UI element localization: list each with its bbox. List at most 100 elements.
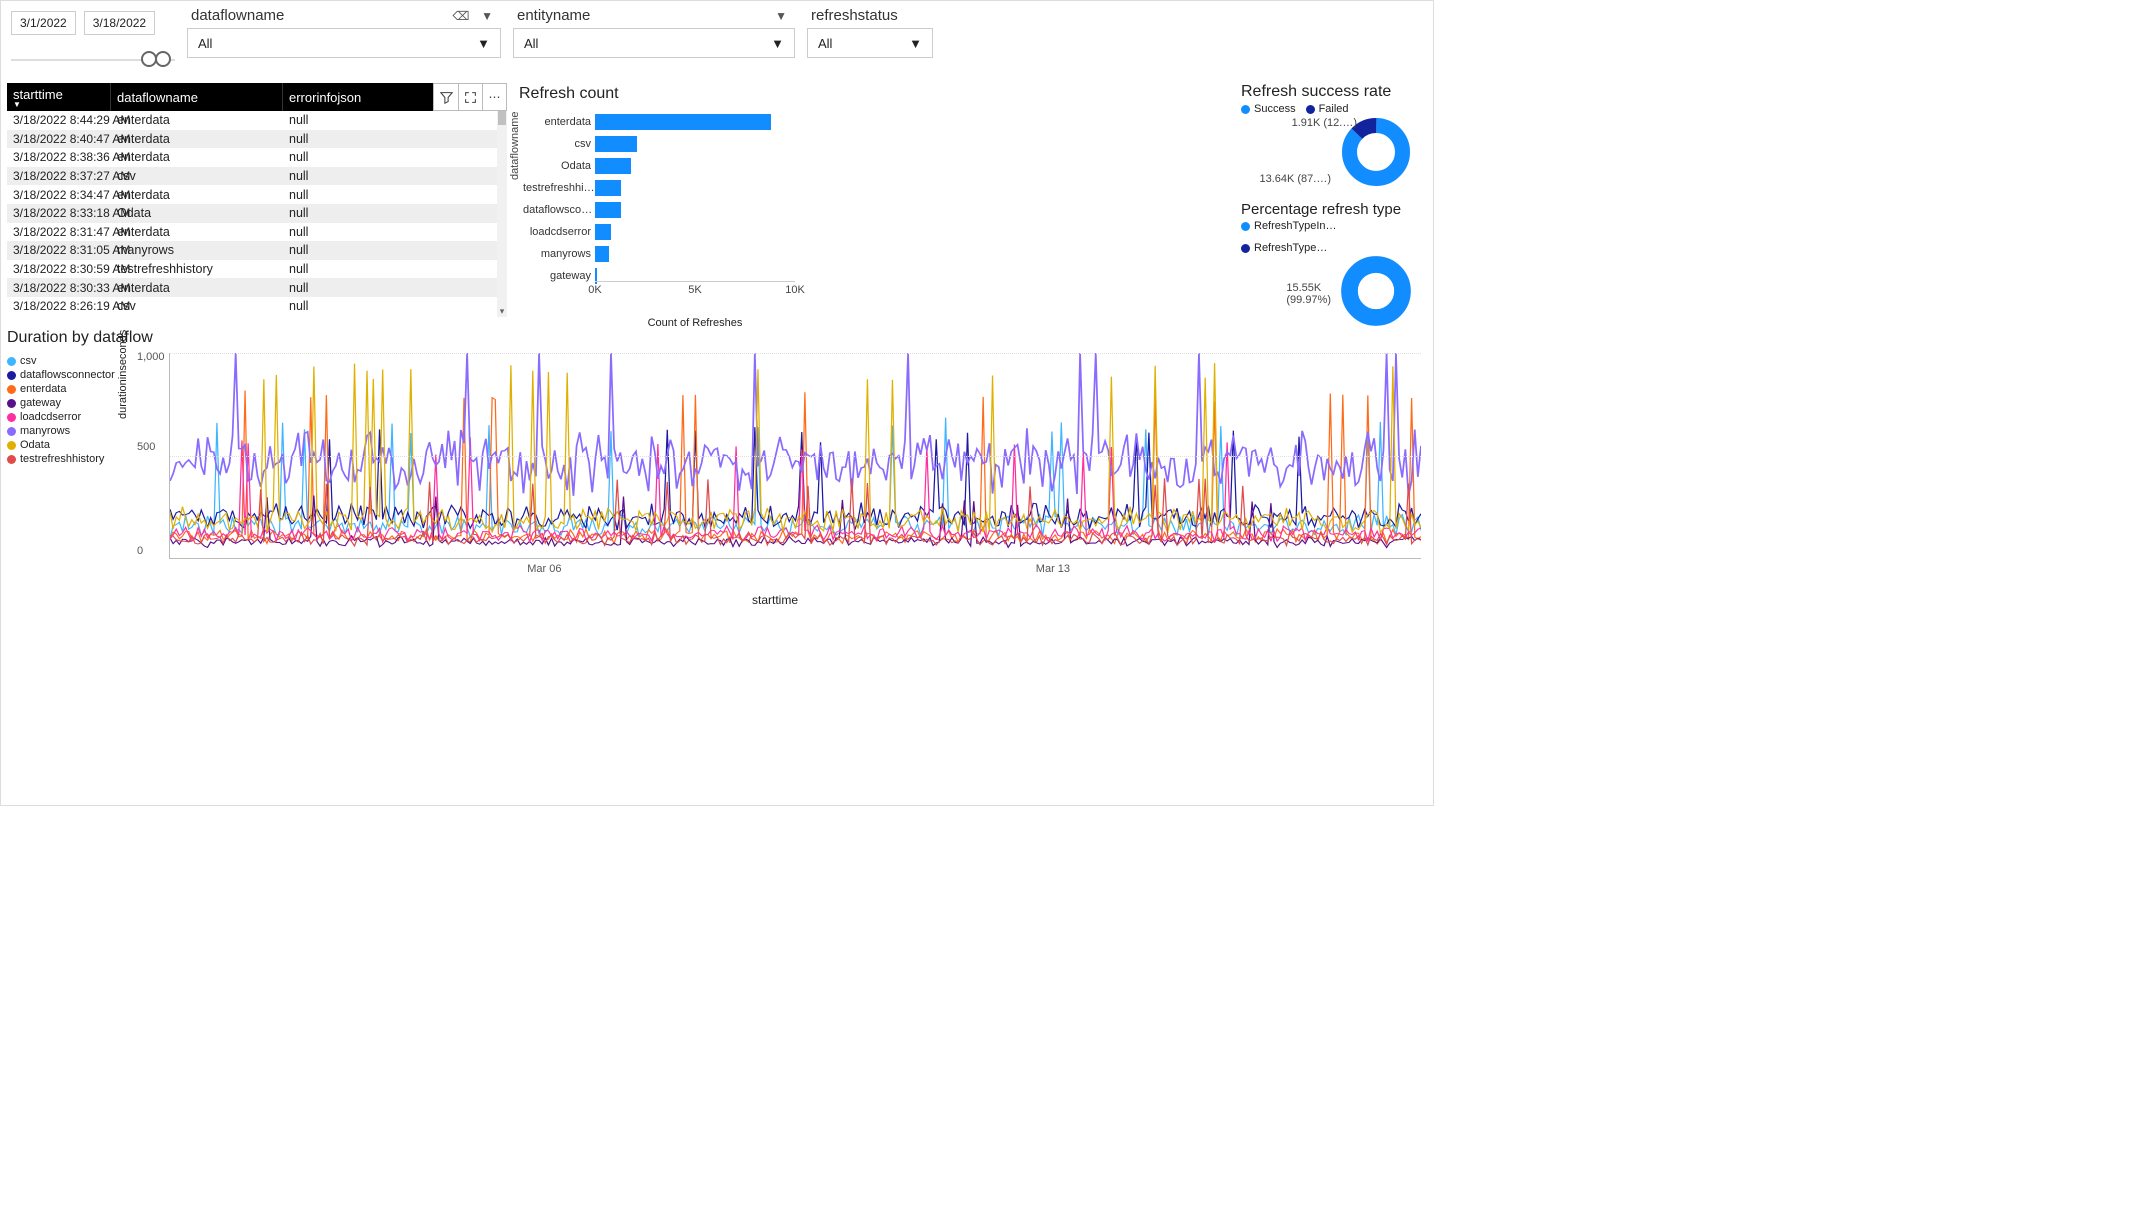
y-axis-label: durationinseconds: [117, 330, 129, 419]
cell-starttime: 3/18/2022 8:30:33 AM: [7, 281, 111, 295]
date-to-input[interactable]: 3/18/2022: [84, 11, 155, 35]
slicer-dropdown[interactable]: All ▼: [807, 28, 933, 58]
table-row[interactable]: 3/18/2022 8:38:36 AMenterdatanull: [7, 148, 507, 167]
slicer-dataflowname: dataflowname ⌫ ▼ All ▼: [187, 7, 501, 58]
duration-visual: Duration by dataflow csvdataflowsconnect…: [7, 329, 1427, 589]
legend-item[interactable]: RefreshType…: [1241, 242, 1327, 254]
bar-row[interactable]: manyrows: [595, 243, 795, 265]
chevron-down-icon[interactable]: ▼: [771, 9, 791, 23]
bar-row[interactable]: enterdata: [595, 111, 795, 133]
slider-handle-end[interactable]: [155, 51, 171, 67]
bar-row[interactable]: csv: [595, 133, 795, 155]
legend-item[interactable]: testrefreshhistory: [7, 453, 117, 465]
series-manyrows[interactable]: [170, 353, 1421, 496]
cell-dataflowname: Odata: [111, 206, 283, 220]
refresh-success-rate-visual: Refresh success rate Success Failed 13.6…: [1241, 83, 1427, 197]
focus-mode-icon[interactable]: [458, 84, 482, 110]
bar-row[interactable]: Odata: [595, 155, 795, 177]
sort-desc-icon: ▼: [13, 102, 21, 108]
cell-errorinfojson: null: [283, 132, 507, 146]
date-from-input[interactable]: 3/1/2022: [11, 11, 76, 35]
bar[interactable]: [595, 136, 637, 152]
table-row[interactable]: 3/18/2022 8:37:27 AMcsvnull: [7, 167, 507, 186]
bar[interactable]: [595, 180, 621, 196]
cell-starttime: 3/18/2022 8:38:36 AM: [7, 150, 111, 164]
more-options-icon[interactable]: ⋯: [482, 84, 506, 110]
bar-category-label: Odata: [523, 160, 591, 172]
slicer-label: dataflowname: [191, 7, 284, 24]
x-tick: 0K: [588, 284, 601, 296]
date-range-slider[interactable]: [11, 45, 175, 75]
bar-row[interactable]: dataflowsco…: [595, 199, 795, 221]
y-tick: 1,000: [137, 351, 165, 363]
chevron-down-icon: ▼: [771, 36, 784, 51]
visual-toolbar: ⋯: [433, 83, 507, 111]
legend-item-success[interactable]: Success: [1241, 103, 1296, 115]
cell-dataflowname: testrefreshhistory: [111, 262, 283, 276]
legend: RefreshTypeIn… RefreshType…: [1241, 220, 1427, 254]
cell-dataflowname: csv: [111, 169, 283, 183]
clear-selection-icon[interactable]: ⌫: [449, 9, 474, 23]
table-row[interactable]: 3/18/2022 8:40:47 AMenterdatanull: [7, 130, 507, 149]
bar[interactable]: [595, 114, 771, 130]
bar[interactable]: [595, 158, 631, 174]
legend-item[interactable]: enterdata: [7, 383, 117, 395]
filter-icon[interactable]: [434, 84, 458, 110]
legend-item[interactable]: csv: [7, 355, 117, 367]
cell-errorinfojson: null: [283, 243, 507, 257]
chevron-down-icon: ▼: [477, 36, 490, 51]
cell-dataflowname: enterdata: [111, 132, 283, 146]
table-row[interactable]: 3/18/2022 8:33:18 AMOdatanull: [7, 204, 507, 223]
scroll-down-icon[interactable]: ▾: [497, 305, 507, 317]
cell-starttime: 3/18/2022 8:37:27 AM: [7, 169, 111, 183]
legend: Success Failed: [1241, 103, 1427, 115]
x-axis: 0K5K10K: [595, 281, 795, 301]
legend-item[interactable]: RefreshTypeIn…: [1241, 220, 1337, 232]
bar[interactable]: [595, 246, 609, 262]
bar-category-label: loadcdserror: [523, 226, 591, 238]
cell-dataflowname: enterdata: [111, 113, 283, 127]
x-axis-label: starttime: [123, 593, 1427, 607]
bar-category-label: testrefreshhi…: [523, 182, 591, 194]
table-row[interactable]: 3/18/2022 8:31:47 AMenterdatanull: [7, 223, 507, 242]
bar[interactable]: [595, 202, 621, 218]
cell-dataflowname: enterdata: [111, 281, 283, 295]
table-scrollbar[interactable]: ▾: [497, 111, 507, 317]
right-kpi-column: Refresh success rate Success Failed 13.6…: [1241, 83, 1427, 319]
slicer-value: All: [818, 36, 832, 51]
table-row[interactable]: 3/18/2022 8:26:19 AMcsvnull: [7, 297, 507, 316]
table-row[interactable]: 3/18/2022 8:34:47 AMenterdatanull: [7, 185, 507, 204]
line-chart[interactable]: durationinseconds 1,000 500 0 Mar 06 Mar…: [123, 349, 1427, 589]
bar-row[interactable]: testrefreshhi…: [595, 177, 795, 199]
table-row[interactable]: 3/18/2022 8:31:05 AMmanyrowsnull: [7, 241, 507, 260]
legend-item[interactable]: Odata: [7, 439, 117, 451]
bar[interactable]: [595, 224, 611, 240]
chevron-down-icon[interactable]: ▼: [477, 9, 497, 23]
legend-item[interactable]: dataflowsconnector: [7, 369, 117, 381]
table-row[interactable]: 3/18/2022 8:30:33 AMenterdatanull: [7, 278, 507, 297]
legend-item[interactable]: loadcdserror: [7, 411, 117, 423]
column-header-dataflowname[interactable]: dataflowname: [111, 83, 283, 111]
slicer-dropdown[interactable]: All ▼: [187, 28, 501, 58]
legend-item[interactable]: gateway: [7, 397, 117, 409]
bar-row[interactable]: loadcdserror: [595, 221, 795, 243]
slicer-dropdown[interactable]: All ▼: [513, 28, 795, 58]
donut-chart[interactable]: [1341, 256, 1411, 326]
table-row[interactable]: 3/18/2022 8:44:29 AMenterdatanull: [7, 111, 507, 130]
slicer-refreshstatus: refreshstatus All ▼: [807, 7, 933, 58]
legend-item[interactable]: manyrows: [7, 425, 117, 437]
bar-category-label: gateway: [523, 270, 591, 282]
bar-chart[interactable]: dataflowname enterdatacsvOdatatestrefres…: [519, 105, 799, 315]
cell-starttime: 3/18/2022 8:30:59 AM: [7, 262, 111, 276]
cell-starttime: 3/18/2022 8:34:47 AM: [7, 188, 111, 202]
cell-dataflowname: enterdata: [111, 188, 283, 202]
date-range-slicer: 3/1/2022 3/18/2022: [7, 7, 175, 75]
legend: csv dataflowsconnector enterdata gateway loa…: [7, 349, 117, 589]
chart-title: Refresh count: [519, 85, 799, 103]
cell-errorinfojson: null: [283, 169, 507, 183]
table-row[interactable]: 3/18/2022 8:30:59 AMtestrefreshhistorynu…: [7, 260, 507, 279]
scrollbar-thumb[interactable]: [498, 111, 506, 125]
column-header-starttime[interactable]: starttime ▼: [7, 83, 111, 111]
chevron-down-icon: ▼: [909, 36, 922, 51]
legend-item-failed[interactable]: Failed: [1306, 103, 1349, 115]
